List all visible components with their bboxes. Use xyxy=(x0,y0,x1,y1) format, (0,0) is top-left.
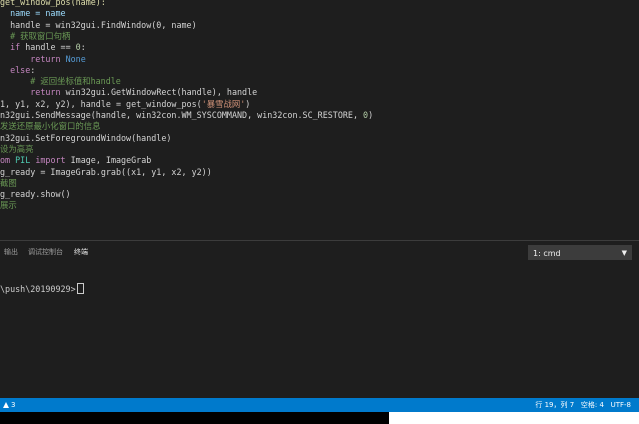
code-token: else xyxy=(10,64,31,75)
code-token: # 返回坐标值和handle xyxy=(0,76,121,87)
code-line: 展示 xyxy=(0,200,17,211)
code-line: get_window_pos(name): xyxy=(0,0,106,8)
bottom-panel: 输出 调试控制台 终端 1: cmd ▼ \push\20190929> xyxy=(0,240,639,399)
code-line: g_ready = ImageGrab.grab((x1, y1, x2, y2… xyxy=(0,167,212,178)
code-token: name = name xyxy=(0,8,66,19)
blank-area xyxy=(389,412,639,424)
terminal-cursor xyxy=(76,283,84,294)
cursor-position[interactable]: 行 19，列 7 xyxy=(535,401,574,409)
code-token: 设为高亮 xyxy=(0,143,34,154)
code-line: else: xyxy=(0,65,35,76)
code-token: get_window_pos(name): xyxy=(0,0,106,7)
code-line: # 返回坐标值和handle xyxy=(0,76,121,87)
terminal-output[interactable]: \push\20190929> xyxy=(0,283,84,294)
code-token: '暴雪战网' xyxy=(201,98,246,109)
code-line: # 获取窗口句柄 xyxy=(0,31,70,42)
tab-debug-console[interactable]: 调试控制台 xyxy=(28,247,63,257)
code-token: 截图 xyxy=(0,177,17,188)
terminal-select[interactable]: 1: cmd ▼ xyxy=(528,245,632,260)
warning-count: 3 xyxy=(11,401,16,409)
code-editor[interactable]: get_window_pos(name): name = name handle… xyxy=(0,0,639,224)
code-token: handle = win32gui.FindWindow(0, name) xyxy=(0,19,197,30)
code-token: 展示 xyxy=(0,200,17,211)
code-token: ) xyxy=(245,98,251,109)
code-token: om xyxy=(0,155,11,166)
code-line: n32gui.SetForegroundWindow(handle) xyxy=(0,133,171,144)
taskbar-strip xyxy=(0,412,389,424)
tab-output[interactable]: 输出 xyxy=(4,247,18,257)
code-line: if handle == 0: xyxy=(0,42,86,53)
code-token: win32gui.GetWindowRect(handle), handle xyxy=(60,87,258,98)
warning-icon xyxy=(3,402,9,408)
terminal-select-value: 1: cmd xyxy=(533,249,561,258)
code-line: g_ready.show() xyxy=(0,189,71,200)
code-line: return win32gui.GetWindowRect(handle), h… xyxy=(0,87,257,98)
code-token: if xyxy=(10,42,21,53)
tab-terminal[interactable]: 终端 xyxy=(74,247,88,257)
code-token: : xyxy=(30,64,36,75)
code-token: handle == xyxy=(20,42,76,53)
code-token: import xyxy=(35,155,66,166)
code-token: g_ready = ImageGrab.grab((x1, y1, x2, y2… xyxy=(0,166,212,177)
code-line: name = name xyxy=(0,8,66,19)
code-line: om PIL import Image, ImageGrab xyxy=(0,155,151,166)
code-line: handle = win32gui.FindWindow(0, name) xyxy=(0,20,197,31)
code-token: Image, ImageGrab xyxy=(65,155,152,166)
code-token: g_ready.show() xyxy=(0,189,71,200)
code-token: return xyxy=(30,87,61,98)
encoding[interactable]: UTF-8 xyxy=(611,401,631,409)
code-token: 1, y1, x2, y2), handle = get_window_pos( xyxy=(0,98,202,109)
chevron-down-icon: ▼ xyxy=(621,249,627,257)
code-token: ) xyxy=(368,110,374,120)
indentation[interactable]: 空格: 4 xyxy=(581,401,604,409)
code-token: return xyxy=(30,53,61,64)
code-line: 设为高亮 xyxy=(0,144,34,155)
code-token: n32gui.SendMessage(handle, win32con.WM_S… xyxy=(0,110,364,120)
code-token: None xyxy=(65,53,86,64)
code-token: PIL xyxy=(10,155,36,166)
status-bar: 3 行 19，列 7 空格: 4 UTF-8 xyxy=(0,398,639,412)
code-token: # 获取窗口句柄 xyxy=(0,30,71,41)
code-token: n32gui.SetForegroundWindow(handle) xyxy=(0,132,172,143)
code-line: 发送还原最小化窗口的信息 xyxy=(0,121,101,132)
code-line: 1, y1, x2, y2), handle = get_window_pos(… xyxy=(0,99,250,110)
problems-indicator[interactable]: 3 xyxy=(3,398,15,412)
code-line: n32gui.SendMessage(handle, win32con.WM_S… xyxy=(0,110,373,121)
code-line: 截图 xyxy=(0,178,17,189)
code-token: 发送还原最小化窗口的信息 xyxy=(0,121,101,132)
terminal-prompt: \push\20190929> xyxy=(0,284,76,294)
code-line: return None xyxy=(0,53,86,65)
code-token: : xyxy=(80,42,86,53)
